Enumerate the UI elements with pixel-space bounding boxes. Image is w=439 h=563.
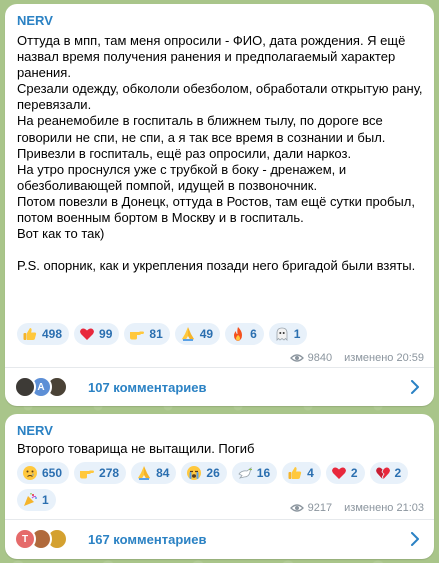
reaction-pill[interactable]: 2 bbox=[325, 462, 365, 484]
reaction-count: 498 bbox=[42, 327, 63, 341]
reaction-pill[interactable]: 650 bbox=[17, 462, 70, 484]
commenter-avatars: T bbox=[14, 528, 84, 550]
reaction-count: 278 bbox=[99, 466, 120, 480]
reaction-pill[interactable]: 4 bbox=[282, 462, 321, 484]
eye-icon bbox=[289, 504, 304, 512]
reaction-count: 1 bbox=[42, 493, 49, 507]
view-count: 9840 bbox=[307, 352, 333, 364]
praying-hands-icon bbox=[136, 465, 152, 481]
reaction-count: 6 bbox=[250, 327, 257, 341]
reaction-count: 26 bbox=[206, 466, 220, 480]
reaction-pill[interactable]: 1 bbox=[17, 489, 56, 511]
reaction-count: 99 bbox=[99, 327, 113, 341]
edited-time: изменено 21:03 bbox=[344, 502, 424, 514]
message-paragraph: Привезли в госпиталь, ещё раз опросили, … bbox=[17, 145, 352, 161]
broken-heart-icon bbox=[375, 465, 391, 481]
reaction-pill[interactable]: 16 bbox=[231, 462, 278, 484]
message-paragraph: Вот как то так) bbox=[17, 226, 105, 242]
thumbs-up-icon bbox=[287, 465, 303, 481]
pointing-hand-icon bbox=[129, 326, 145, 342]
message-paragraph: Оттуда в мпп, там меня опросили - ФИО, д… bbox=[17, 33, 406, 81]
reactions-bar: 498 99 81 49 6 1 bbox=[17, 323, 429, 345]
message-bubble: NERV Второго товарища не вытащили. Погиб… bbox=[5, 414, 434, 559]
reaction-count: 650 bbox=[42, 466, 63, 480]
reaction-count: 1 bbox=[293, 327, 301, 341]
reaction-count: 2 bbox=[350, 466, 358, 480]
message-paragraph: Потом повезли в Донецк, оттуда в Ростов,… bbox=[17, 193, 415, 226]
comments-button[interactable]: A 107 комментариев bbox=[5, 368, 434, 406]
reaction-count: 2 bbox=[394, 466, 402, 480]
party-popper-icon bbox=[22, 492, 38, 508]
reaction-count: 16 bbox=[256, 466, 271, 480]
message-paragraph: На реанемобиле в госпиталь в ближнем тыл… bbox=[17, 113, 386, 145]
message-paragraph: Второго товарища не вытащили. Погиб bbox=[17, 441, 255, 456]
reaction-pill[interactable]: 84 bbox=[131, 462, 177, 484]
reaction-pill[interactable]: 498 bbox=[17, 323, 70, 345]
message-text: Второго товарища не вытащили. Погиб bbox=[17, 441, 425, 457]
comments-count-label: 107 комментариев bbox=[88, 379, 207, 395]
reaction-pill[interactable]: 1 bbox=[268, 323, 308, 345]
channel-name[interactable]: NERV bbox=[17, 13, 53, 28]
praying-hands-icon bbox=[180, 326, 196, 342]
reaction-count: 81 bbox=[149, 327, 163, 341]
message-text: Оттуда в мпп, там меня опросили - ФИО, д… bbox=[17, 33, 425, 274]
reaction-pill[interactable]: 6 bbox=[225, 323, 264, 345]
message-meta: 9217 изменено 21:03 bbox=[289, 502, 424, 514]
reaction-pill[interactable]: 81 bbox=[124, 323, 170, 345]
comments-count-label: 167 комментариев bbox=[88, 531, 207, 547]
pointing-hand-icon bbox=[79, 465, 95, 481]
ghost-icon bbox=[274, 326, 290, 342]
view-count: 9217 bbox=[307, 502, 333, 514]
reaction-pill[interactable]: 99 bbox=[74, 323, 120, 345]
thumbs-up-icon bbox=[22, 326, 38, 342]
crying-face-icon bbox=[22, 465, 38, 481]
fire-icon bbox=[230, 326, 246, 342]
edited-time: изменено 20:59 bbox=[344, 352, 424, 364]
reaction-pill[interactable]: 26 bbox=[181, 462, 227, 484]
message-paragraph: Срезали одежду, обкололи обезболом, обра… bbox=[17, 81, 423, 113]
message-paragraph: На утро проснулся уже с трубкой в боку -… bbox=[17, 161, 347, 193]
avatar-letter: T bbox=[14, 528, 36, 550]
message-paragraph: P.S. опорник, как и укрепления позади не… bbox=[17, 258, 416, 274]
commenter-avatars: A bbox=[14, 376, 84, 398]
red-heart-icon bbox=[331, 465, 347, 481]
message-bubble: NERV Оттуда в мпп, там меня опросили - Ф… bbox=[5, 4, 434, 406]
avatar-photo-1 bbox=[14, 376, 36, 398]
red-heart-icon bbox=[79, 326, 95, 342]
chevron-right-icon bbox=[411, 532, 419, 546]
reaction-pill[interactable]: 49 bbox=[174, 323, 221, 345]
eye-icon bbox=[289, 354, 304, 362]
chevron-right-icon bbox=[411, 380, 419, 394]
reaction-pill[interactable]: 278 bbox=[74, 462, 127, 484]
reaction-count: 84 bbox=[156, 466, 170, 480]
channel-name[interactable]: NERV bbox=[17, 423, 53, 438]
dove-icon bbox=[237, 465, 253, 481]
sobbing-face-icon bbox=[186, 465, 202, 481]
reaction-count: 49 bbox=[199, 327, 214, 341]
comments-button[interactable]: T 167 комментариев bbox=[5, 520, 434, 558]
message-meta: 9840 изменено 20:59 bbox=[289, 352, 424, 364]
reaction-pill[interactable]: 2 bbox=[369, 462, 409, 484]
reaction-count: 4 bbox=[307, 466, 314, 480]
